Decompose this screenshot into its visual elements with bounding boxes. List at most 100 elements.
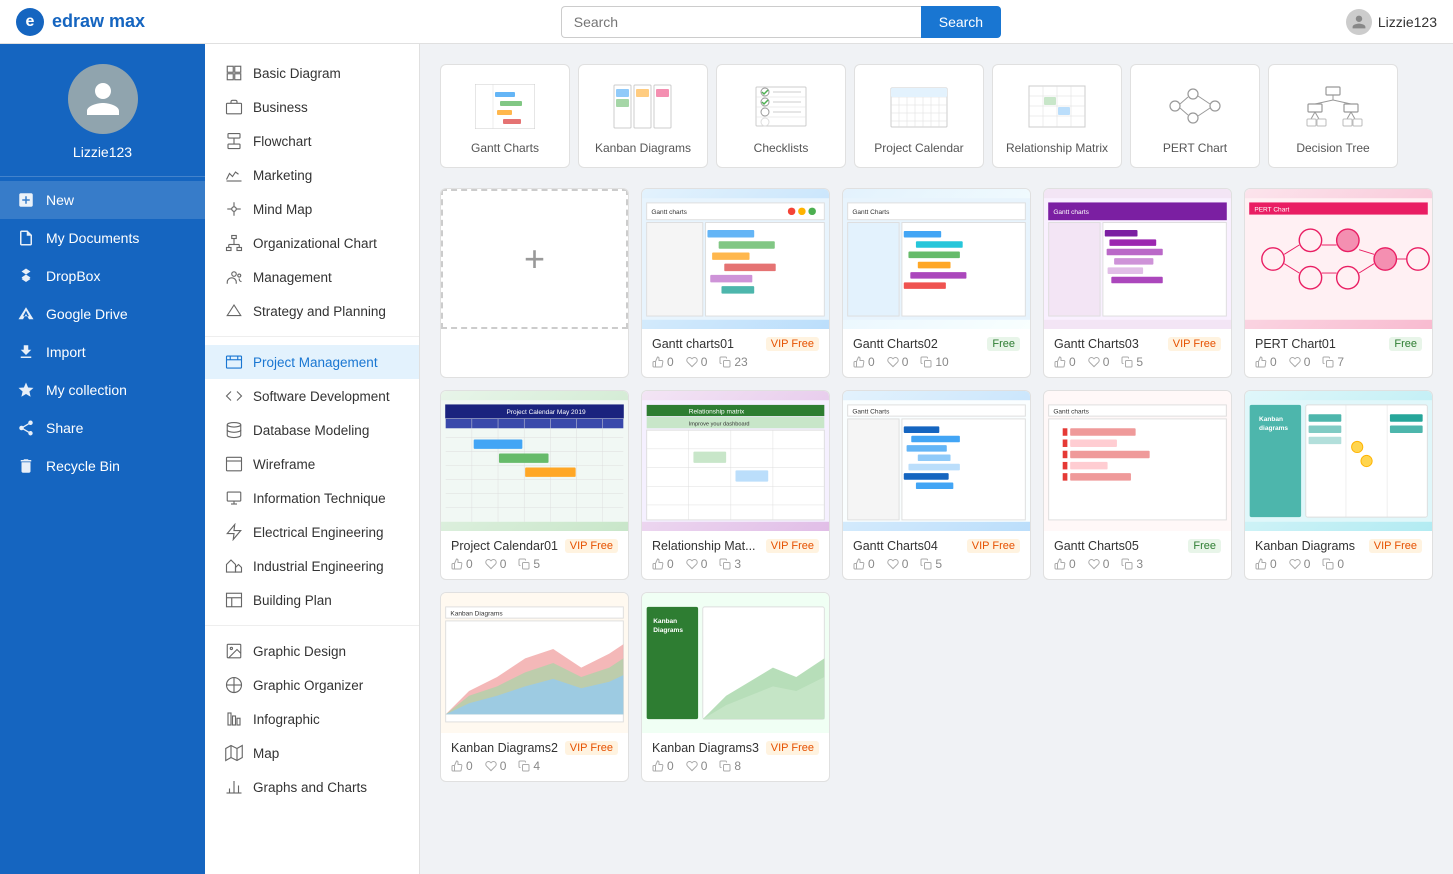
sidebar-item-dropbox[interactable]: DropBox [0, 257, 205, 295]
left-panel-item-marketing[interactable]: Marketing [205, 158, 419, 192]
wireframe-label: Wireframe [253, 457, 315, 472]
svg-text:Kanban Diagrams: Kanban Diagrams [450, 610, 503, 617]
left-panel-item-industrial[interactable]: Industrial Engineering [205, 549, 419, 583]
left-panel-item-basic-diagram[interactable]: Basic Diagram [205, 56, 419, 90]
dropbox-icon [16, 266, 36, 286]
new-template-card[interactable]: + [440, 188, 629, 378]
template-badge-gantt02: Free [987, 337, 1020, 351]
left-panel-item-business[interactable]: Business [205, 90, 419, 124]
template-card-gantt01[interactable]: Gantt charts [641, 188, 830, 378]
left-panel-item-database[interactable]: Database Modeling [205, 413, 419, 447]
hearts-gantt05: 0 [1088, 557, 1110, 571]
template-card-calendar01[interactable]: Project Calendar May 2019 [440, 390, 629, 580]
left-panel-item-project-management[interactable]: Project Management [205, 345, 419, 379]
sidebar-item-my-documents[interactable]: My Documents [0, 219, 205, 257]
svg-text:Gantt Charts: Gantt Charts [852, 408, 890, 415]
gantt-charts-label: Gantt Charts [471, 141, 539, 155]
template-stats-relationship01: 0 0 3 [652, 557, 819, 571]
category-card-gantt-charts[interactable]: Gantt Charts [440, 64, 570, 168]
documents-label: My Documents [46, 230, 139, 246]
sidebar-item-my-collection[interactable]: My collection [0, 371, 205, 409]
template-card-relationship01[interactable]: Relationship matrix Improve your dashboa… [641, 390, 830, 580]
left-panel-divider-2 [205, 625, 419, 626]
left-panel-item-electrical[interactable]: Electrical Engineering [205, 515, 419, 549]
hearts-calendar01: 0 [485, 557, 507, 571]
svg-text:PERT Chart: PERT Chart [1254, 206, 1289, 213]
left-panel-item-strategy[interactable]: Strategy and Planning [205, 294, 419, 328]
flowchart-label: Flowchart [253, 134, 312, 149]
template-name-kanban03: Kanban Diagrams3 [652, 741, 759, 755]
template-thumb-gantt03: Gantt charts [1044, 189, 1231, 329]
left-panel-item-mind-map[interactable]: Mind Map [205, 192, 419, 226]
template-stats-pert01: 0 0 7 [1255, 355, 1422, 369]
map-label: Map [253, 746, 279, 761]
graphic-design-label: Graphic Design [253, 644, 346, 659]
template-card-kanban02[interactable]: Kanban Diagrams Kanban Diagrams2 VIP Fre… [440, 592, 629, 782]
sidebar-item-new[interactable]: New [0, 181, 205, 219]
left-panel-item-graphic-organizer[interactable]: Graphic Organizer [205, 668, 419, 702]
collection-icon [16, 380, 36, 400]
template-badge-gantt01: VIP Free [766, 337, 819, 351]
collection-label: My collection [46, 382, 127, 398]
template-stats-gantt04: 0 0 5 [853, 557, 1020, 571]
category-card-pert-chart[interactable]: PERT Chart [1130, 64, 1260, 168]
category-card-project-calendar[interactable]: Project Calendar [854, 64, 984, 168]
template-card-gantt03[interactable]: Gantt charts Gantt Charts03 VIP [1043, 188, 1232, 378]
template-info-kanban01: Kanban Diagrams VIP Free 0 0 [1245, 531, 1432, 579]
user-menu[interactable]: Lizzie123 [1346, 9, 1437, 35]
category-card-kanban-diagrams[interactable]: Kanban Diagrams [578, 64, 708, 168]
sidebar-item-google-drive[interactable]: Google Drive [0, 295, 205, 333]
left-panel-item-map[interactable]: Map [205, 736, 419, 770]
template-card-kanban03[interactable]: Kanban Diagrams Kanban Diagrams3 VIP Fre… [641, 592, 830, 782]
hearts-gantt01: 0 [686, 355, 708, 369]
left-panel-item-flowchart[interactable]: Flowchart [205, 124, 419, 158]
template-stats-gantt02: 0 0 10 [853, 355, 1020, 369]
template-stats-kanban01: 0 0 0 [1255, 557, 1422, 571]
svg-text:Gantt charts: Gantt charts [651, 209, 687, 216]
template-card-pert01[interactable]: PERT Chart [1244, 188, 1433, 378]
left-panel-item-org-chart[interactable]: Organizational Chart [205, 226, 419, 260]
recycle-bin-label: Recycle Bin [46, 458, 120, 474]
template-card-gantt05[interactable]: Gantt charts [1043, 390, 1232, 580]
content-area: Gantt Charts Kanban Diagrams [420, 44, 1453, 874]
strategy-label: Strategy and Planning [253, 304, 386, 319]
left-panel-item-infographic[interactable]: Infographic [205, 702, 419, 736]
sidebar-item-recycle-bin[interactable]: Recycle Bin [0, 447, 205, 485]
left-panel-item-building-plan[interactable]: Building Plan [205, 583, 419, 617]
left-panel-item-wireframe[interactable]: Wireframe [205, 447, 419, 481]
hearts-kanban02: 0 [485, 759, 507, 773]
template-thumb-kanban01: Kanban diagrams [1245, 391, 1432, 531]
left-panel-item-info-tech[interactable]: Information Technique [205, 481, 419, 515]
template-card-kanban01[interactable]: Kanban diagrams [1244, 390, 1433, 580]
database-label: Database Modeling [253, 423, 369, 438]
category-card-checklists[interactable]: Checklists [716, 64, 846, 168]
svg-text:Relationship matrix: Relationship matrix [689, 408, 745, 415]
likes-kanban03: 0 [652, 759, 674, 773]
left-panel-item-software-dev[interactable]: Software Development [205, 379, 419, 413]
sidebar-item-share[interactable]: Share [0, 409, 205, 447]
template-thumb-kanban02: Kanban Diagrams [441, 593, 628, 733]
svg-text:Improve your dashboard: Improve your dashboard [689, 421, 750, 427]
category-card-relationship-matrix[interactable]: Relationship Matrix [992, 64, 1122, 168]
template-card-gantt04[interactable]: Gantt Charts Gantt Charts04 [842, 390, 1031, 580]
template-name-kanban02: Kanban Diagrams2 [451, 741, 558, 755]
business-label: Business [253, 100, 308, 115]
sidebar-item-import[interactable]: Import [0, 333, 205, 371]
left-panel-item-graphs-charts[interactable]: Graphs and Charts [205, 770, 419, 804]
search-input[interactable] [561, 6, 921, 38]
building-plan-label: Building Plan [253, 593, 332, 608]
template-thumb-gantt04: Gantt Charts [843, 391, 1030, 531]
left-panel: Basic Diagram Business Flowchart Marketi… [205, 44, 420, 874]
header: e edraw max Search Lizzie123 [0, 0, 1453, 44]
template-card-gantt02[interactable]: Gantt Charts Gantt Charts02 Free [842, 188, 1031, 378]
username-display: Lizzie123 [1378, 14, 1437, 30]
hearts-relationship01: 0 [686, 557, 708, 571]
left-panel-item-graphic-design[interactable]: Graphic Design [205, 634, 419, 668]
template-name-pert01: PERT Chart01 [1255, 337, 1336, 351]
template-stats-gantt01: 0 0 23 [652, 355, 819, 369]
template-name-gantt01: Gantt charts01 [652, 337, 734, 351]
left-panel-item-management[interactable]: Management [205, 260, 419, 294]
marketing-label: Marketing [253, 168, 312, 183]
category-card-decision-tree[interactable]: Decision Tree [1268, 64, 1398, 168]
search-button[interactable]: Search [921, 6, 1001, 38]
